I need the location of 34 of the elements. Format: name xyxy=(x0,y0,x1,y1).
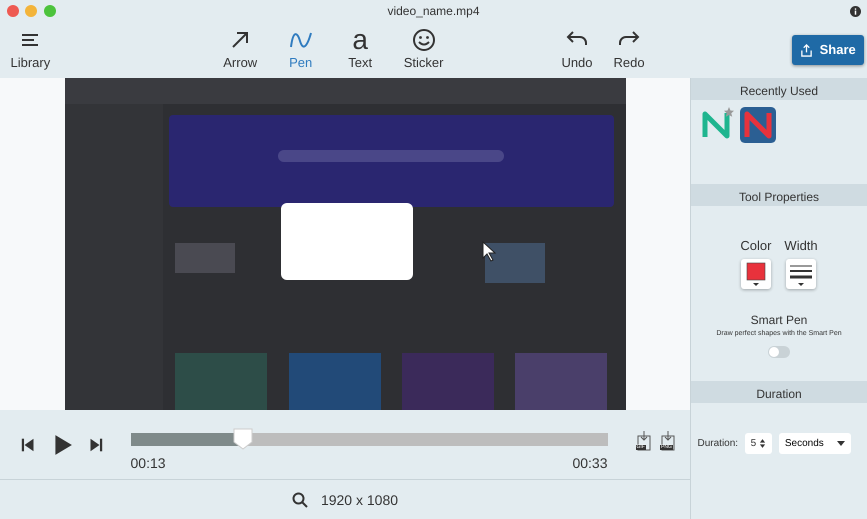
caret-icon xyxy=(836,440,845,446)
unit-dropdown[interactable]: Seconds xyxy=(778,432,851,454)
color-label: Color xyxy=(740,237,772,255)
section-header: Duration xyxy=(691,380,867,403)
share-button[interactable]: Share xyxy=(792,35,864,65)
duration-label: Duration: xyxy=(698,436,738,451)
undo-button[interactable]: Undo xyxy=(557,27,597,73)
duration-stepper[interactable]: 5 xyxy=(744,432,772,454)
letter-icon: a xyxy=(352,27,368,54)
search-icon xyxy=(292,492,308,508)
section-header: Recently Used xyxy=(691,78,867,100)
text-tool-button[interactable]: a Text xyxy=(340,27,380,73)
pen-tool-button[interactable]: Pen xyxy=(280,27,321,73)
section-header: Tool Properties xyxy=(691,184,867,206)
info-icon xyxy=(850,6,860,18)
redo-button[interactable]: Redo xyxy=(610,27,649,73)
library-button[interactable]: Library xyxy=(6,27,54,73)
close-button[interactable] xyxy=(6,5,18,17)
width-label: Width xyxy=(784,237,818,255)
smiley-icon xyxy=(410,27,437,54)
resolution-label: 1920 x 1080 xyxy=(320,490,398,510)
smart-pen-label: Smart Pen xyxy=(750,312,808,329)
current-time: 00:13 xyxy=(130,454,166,473)
total-time: 00:33 xyxy=(572,454,608,473)
recent-pen-button[interactable] xyxy=(740,106,776,142)
color-picker[interactable] xyxy=(740,258,771,289)
share-icon xyxy=(800,44,814,56)
sticker-tool-button[interactable]: Sticker xyxy=(400,27,448,73)
window-title: video_name.mp4 xyxy=(387,3,480,20)
timeline-handle[interactable] xyxy=(232,428,253,450)
stepper-arrows-icon[interactable] xyxy=(759,438,766,449)
width-picker[interactable] xyxy=(786,258,816,289)
smart-pen-toggle[interactable] xyxy=(768,346,790,358)
arrow-tool-button[interactable]: Arrow xyxy=(219,27,262,73)
